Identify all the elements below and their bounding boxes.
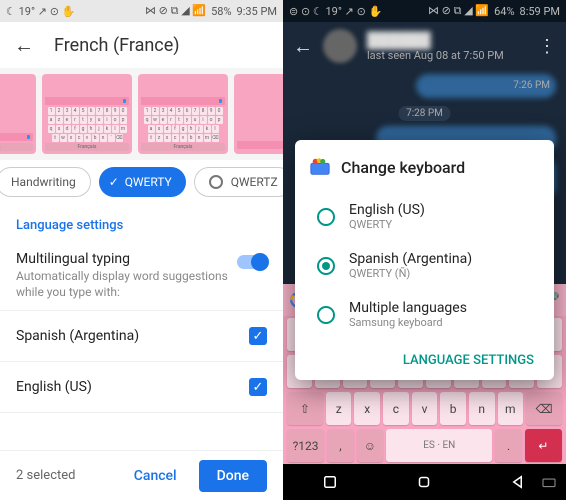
nav-keyboard-icon[interactable] — [540, 473, 558, 491]
option-label: English (US) — [349, 202, 425, 218]
radio-icon — [317, 306, 335, 324]
status-icons-right: ⋈ ⊘ ⧉ ◢ 📶 58% 9:35 PM — [145, 4, 277, 18]
section-language-settings: Language settings — [0, 204, 283, 241]
status-icons-right: ⋈ ⊘ ⧉ ◢ 📶 64% 8:59 PM — [428, 4, 560, 18]
thumb-label: Français — [78, 143, 97, 151]
option-sublabel: QWERTY — [349, 218, 425, 231]
lang-label: Spanish (Argentina) — [16, 328, 139, 344]
statusbar: ⊜ ⊙ ☾ 19° ↗ ⊙ ✋ ⋈ ⊘ ⧉ ◢ 📶 64% 8:59 PM — [283, 0, 566, 22]
language-settings-button[interactable]: LANGUAGE SETTINGS — [309, 345, 540, 370]
chip-qwertz[interactable]: QWERTZ — [194, 167, 283, 197]
key-v[interactable]: v — [412, 392, 438, 425]
chip-label: QWERTZ — [231, 175, 278, 189]
date-pill: 7:28 PM — [398, 106, 451, 121]
option-sublabel: Samsung keyboard — [349, 316, 467, 329]
lang-row-spanish[interactable]: Spanish (Argentina) ✓ — [0, 311, 283, 362]
key-m[interactable]: m — [498, 392, 524, 425]
checkbox-checked-icon[interactable]: ✓ — [249, 327, 267, 345]
key-numbers[interactable]: ?123 — [287, 429, 324, 462]
last-seen: last seen Aug 08 at 7:50 PM — [367, 49, 504, 62]
page-title: French (France) — [54, 35, 180, 56]
status-icons-left: ⊜ ⊙ ☾ 19° ↗ ⊙ ✋ — [289, 5, 382, 18]
key-z[interactable]: z — [326, 392, 352, 425]
row-multilingual-typing[interactable]: Multilingual typing Automatically displa… — [0, 241, 283, 311]
nav-home-icon[interactable] — [415, 473, 433, 491]
key-x[interactable]: x — [354, 392, 380, 425]
radio-icon — [317, 208, 335, 226]
key-enter[interactable]: ↵ — [525, 429, 562, 462]
keyboard-row: ?123 , ☺ ES · EN . ↵ — [283, 427, 566, 464]
more-menu-icon[interactable]: ⋮ — [538, 36, 556, 57]
titlebar: ← French (France) — [0, 22, 283, 68]
lang-label: English (US) — [16, 379, 92, 395]
phone-left-settings: ☾ 19° ↗ ⊙ ✋ ⋈ ⊘ ⧉ ◢ 📶 58% 9:35 PM ← Fren… — [0, 0, 283, 500]
chip-handwriting[interactable]: Handwriting — [0, 167, 91, 197]
clock: 8:59 PM — [520, 5, 560, 18]
android-nav-bar — [283, 464, 566, 500]
keyboard-option-spanish[interactable]: Spanish (Argentina) QWERTY (Ñ) — [309, 241, 540, 290]
contact-name: ██████ — [367, 31, 504, 49]
key-shift[interactable]: ⇧ — [287, 392, 323, 425]
key-c[interactable]: c — [383, 392, 409, 425]
layout-thumb-azerty[interactable]: 1234567890 azertyuiop qsdfghjklm ⇧wxcvbn… — [42, 74, 132, 154]
chip-qwerty[interactable]: QWERTY — [99, 167, 186, 197]
cancel-button[interactable]: Cancel — [122, 460, 189, 492]
key-backspace[interactable]: ⌫ — [526, 392, 562, 425]
multilingual-switch[interactable] — [237, 255, 267, 269]
key-comma[interactable]: , — [327, 429, 354, 462]
battery-percent: 64% — [494, 5, 514, 18]
phone-right-chat: ⊜ ⊙ ☾ 19° ↗ ⊙ ✋ ⋈ ⊘ ⧉ ◢ 📶 64% 8:59 PM ← … — [283, 0, 566, 500]
key-emoji[interactable]: ☺ — [357, 429, 384, 462]
status-icons-left: ☾ 19° ↗ ⊙ ✋ — [6, 5, 75, 18]
key-period[interactable]: . — [495, 429, 522, 462]
option-label: Multiple languages — [349, 300, 467, 316]
keyboard-icon — [309, 156, 331, 178]
row-title: Multilingual typing — [16, 251, 237, 267]
clock: 9:35 PM — [237, 5, 277, 18]
back-arrow-icon[interactable]: ← — [293, 34, 313, 59]
row-subtitle: Automatically display word suggestions w… — [16, 269, 237, 300]
keyboard-option-english[interactable]: English (US) QWERTY — [309, 192, 540, 241]
done-button[interactable]: Done — [199, 460, 267, 492]
layout-thumb[interactable]: Français — [0, 74, 36, 154]
keyboard-layout-preview[interactable]: Français 1234567890 azertyuiop qsdfghjkl… — [0, 68, 283, 160]
battery-percent: 58% — [211, 5, 231, 18]
dialog-title: Change keyboard — [341, 158, 465, 177]
checkbox-checked-icon[interactable]: ✓ — [249, 378, 267, 396]
selected-count: 2 selected — [16, 468, 75, 483]
nav-recents-icon[interactable] — [321, 473, 339, 491]
chat-body[interactable]: 7:26 PM 7:28 PM Change keyboard English … — [283, 70, 566, 284]
key-space[interactable]: ES · EN — [386, 429, 492, 462]
option-label: Spanish (Argentina) — [349, 251, 472, 267]
chat-header[interactable]: ← ██████ last seen Aug 08 at 7:50 PM ⋮ — [283, 22, 566, 70]
message-timestamp: 7:26 PM — [513, 80, 550, 91]
back-arrow-icon[interactable]: ← — [14, 33, 34, 58]
footer: 2 selected Cancel Done — [0, 450, 283, 500]
key-n[interactable]: n — [469, 392, 495, 425]
nav-back-icon[interactable] — [510, 473, 528, 491]
radio-icon — [209, 175, 223, 189]
layout-thumb-qwerty[interactable]: 1234567890 qwertyuiop asdfghjkl ⇧zxcvbnm… — [138, 74, 228, 154]
lang-row-english[interactable]: English (US) ✓ — [0, 362, 283, 413]
signal-icons: ⋈ ⊘ ⧉ ◢ 📶 — [428, 4, 489, 18]
keyboard-option-multiple[interactable]: Multiple languages Samsung keyboard — [309, 290, 540, 339]
layout-chips: Handwriting QWERTY QWERTZ — [0, 160, 283, 204]
option-sublabel: QWERTY (Ñ) — [349, 267, 472, 280]
signal-icons: ⋈ ⊘ ⧉ ◢ 📶 — [145, 4, 206, 18]
change-keyboard-dialog: Change keyboard English (US) QWERTY Span… — [295, 140, 554, 380]
statusbar: ☾ 19° ↗ ⊙ ✋ ⋈ ⊘ ⧉ ◢ 📶 58% 9:35 PM — [0, 0, 283, 22]
thumb-label: Français — [174, 143, 193, 151]
keyboard-row: ⇧zxcvbnm⌫ — [283, 390, 566, 427]
avatar[interactable] — [323, 29, 357, 63]
radio-selected-icon — [317, 257, 335, 275]
key-b[interactable]: b — [440, 392, 466, 425]
layout-thumb[interactable] — [234, 74, 283, 154]
